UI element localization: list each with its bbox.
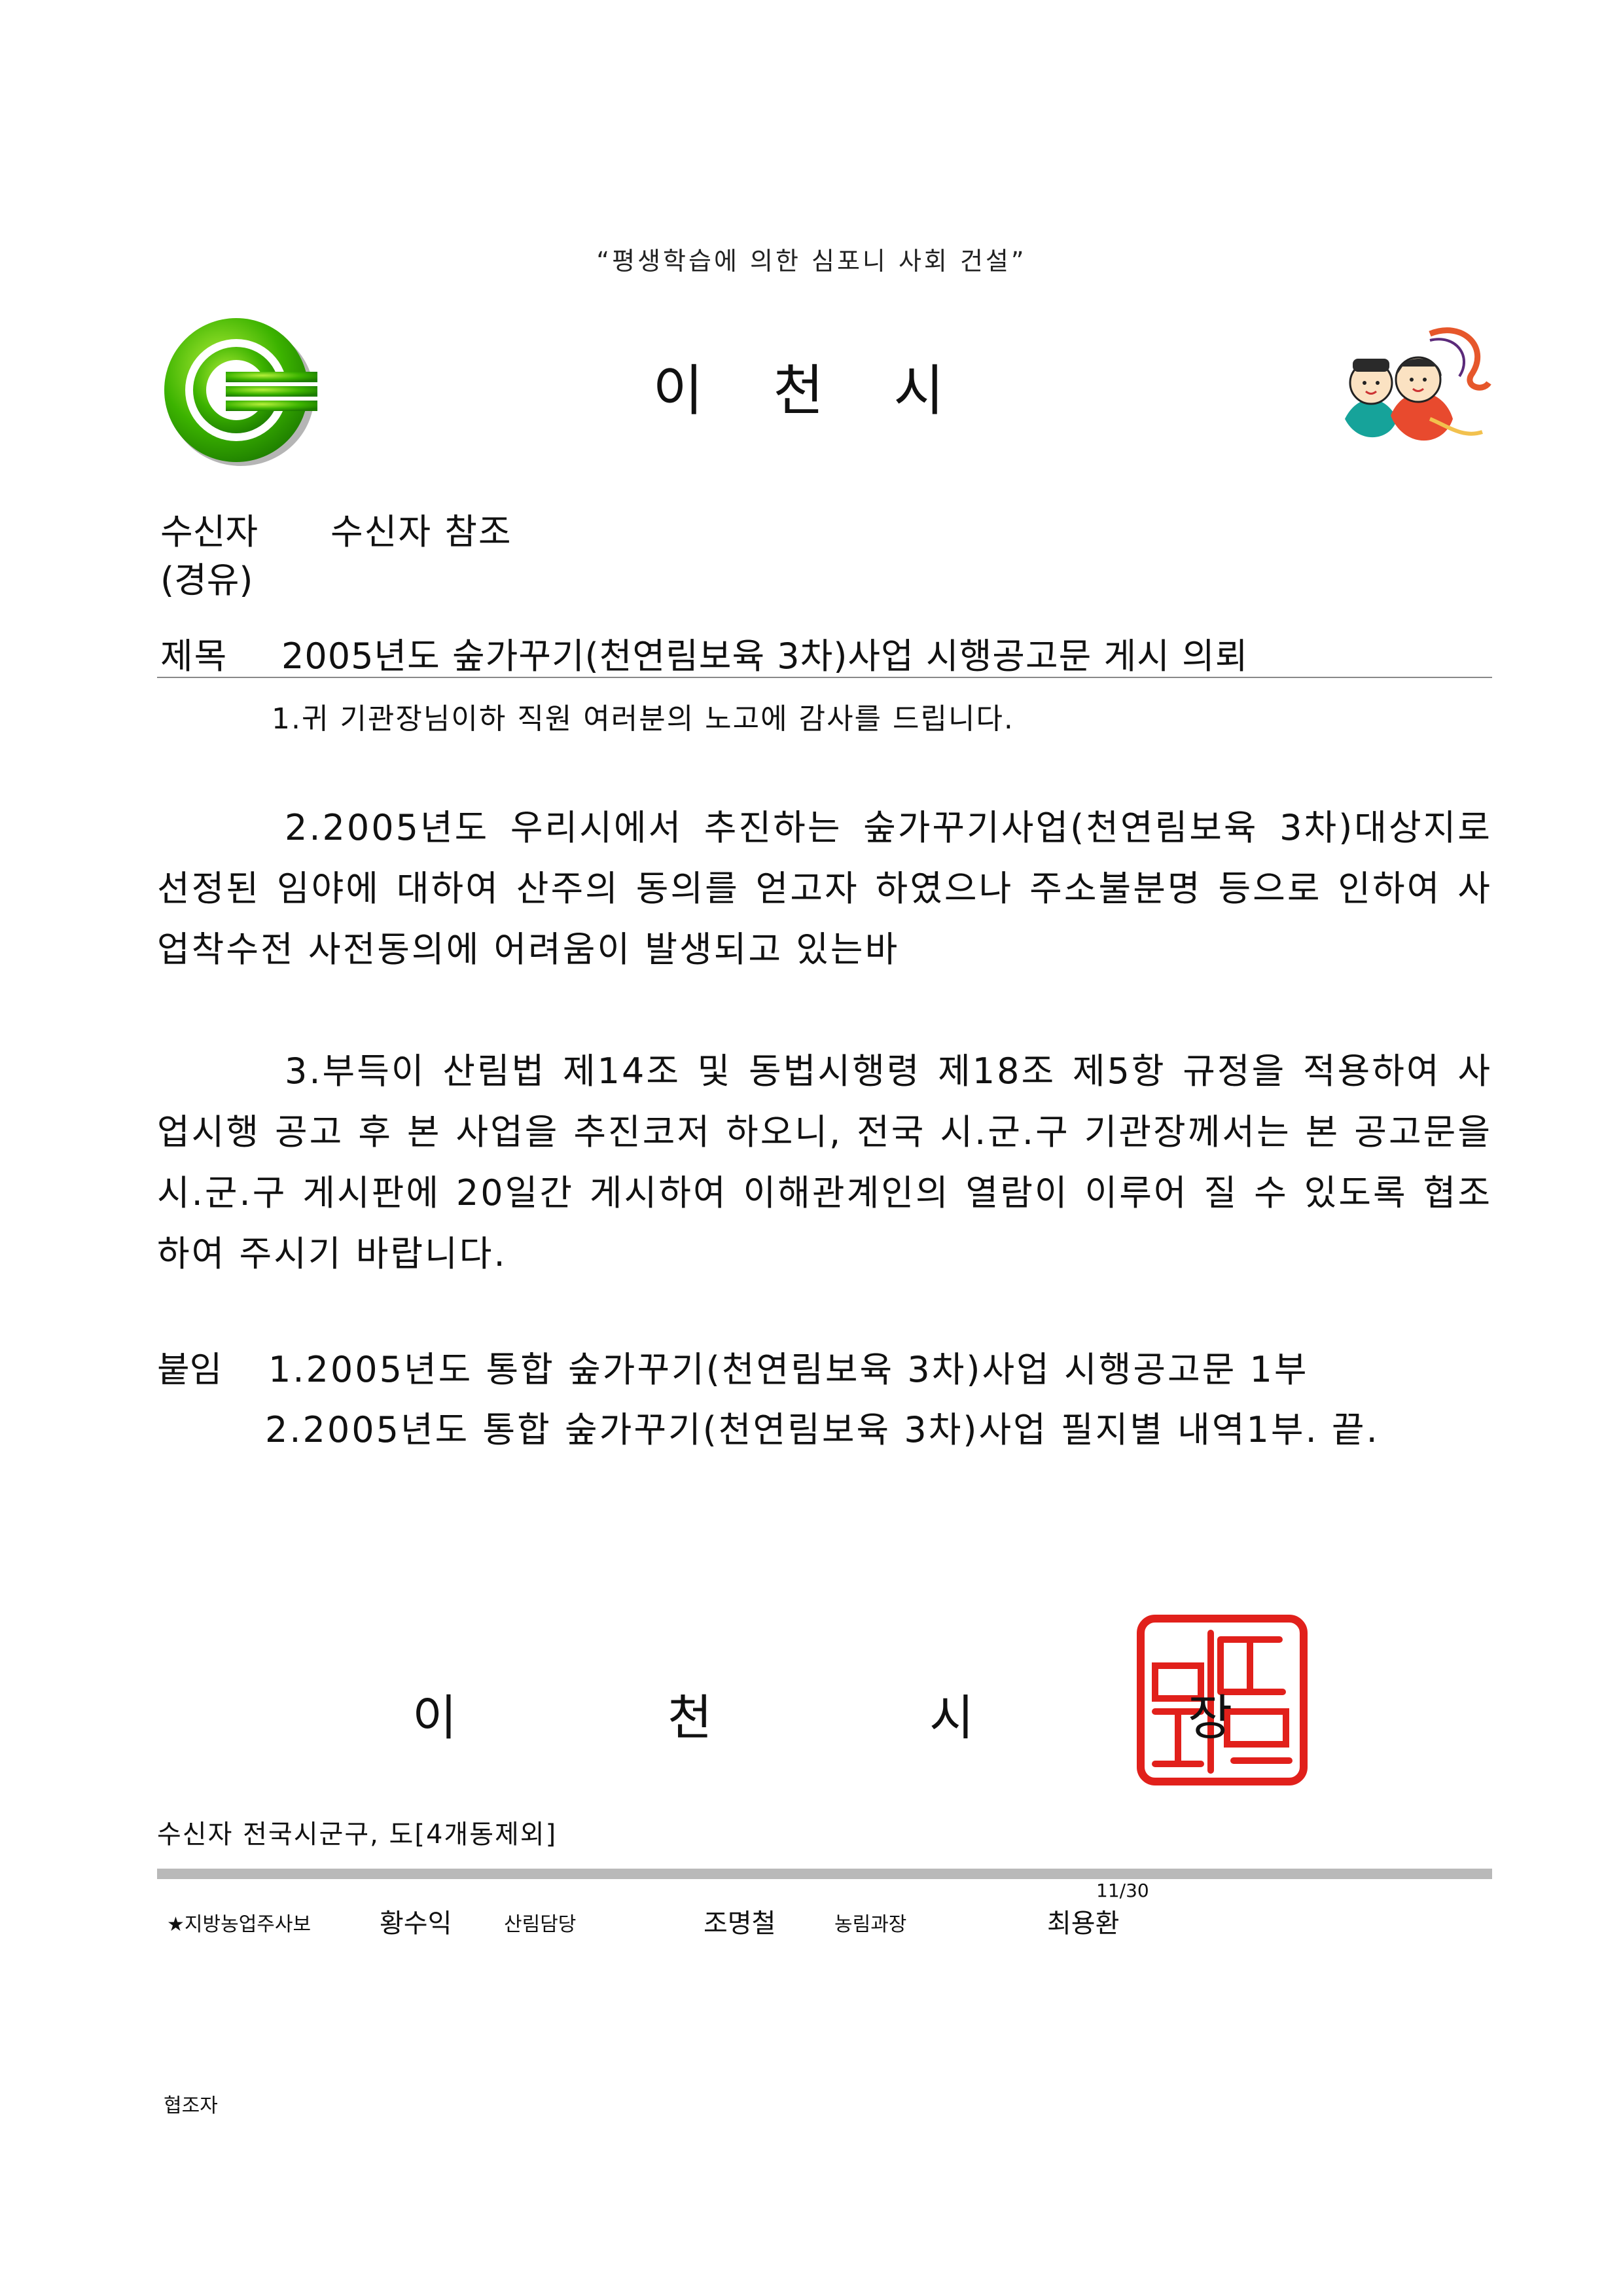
motto-slogan: “평생학습에 의한 심포니 사회 건설” <box>596 247 1027 276</box>
attachment-label: 붙임 <box>157 1349 223 1390</box>
attachment-item-1: 1.2005년도 통합 숲가꾸기(천연림보육 3차)사업 시행공고문 1부 <box>268 1349 1309 1390</box>
issuer-char-3: 시 <box>929 1690 974 1746</box>
staff-role-2: 산림담당 <box>504 1913 577 1936</box>
cooperator-label: 협조자 <box>164 2094 218 2117</box>
recipients-list: 수신자 전국시군구, 도[4개동제외] <box>157 1820 558 1850</box>
staff-role-1: ★지방농업주사보 <box>167 1913 312 1936</box>
body-paragraph-2: 2.2005년도 우리시에서 추진하는 숲가꾸기사업(천연림보육 3차)대상지로… <box>157 807 1492 970</box>
issuer-char-1: 이 <box>412 1690 457 1746</box>
page-number: 11/30 <box>1096 1880 1149 1901</box>
footer-divider-bar <box>157 1869 1492 1879</box>
attachment-item-2: 2.2005년도 통합 숲가꾸기(천연림보육 3차)사업 필지별 내역1부. 끝… <box>265 1409 1380 1450</box>
staff-name-2: 조명철 <box>704 1909 776 1939</box>
staff-name-1: 황수익 <box>380 1909 452 1939</box>
body-paragraph-3: 3.부득이 산림법 제14조 및 동법시행령 제18조 제5항 규정을 적용하여… <box>157 1050 1492 1274</box>
mascot-characters-icon <box>1345 327 1491 441</box>
issuer-char-4: 장 <box>1188 1690 1233 1746</box>
subject-divider <box>157 677 1492 678</box>
subject-value: 2005년도 숲가꾸기(천연림보육 3차)사업 시행공고문 게시 의뢰 <box>281 636 1249 677</box>
issuer-char-2: 천 <box>668 1690 713 1746</box>
staff-role-3: 농림과장 <box>834 1913 907 1936</box>
recipient-value: 수신자 참조 <box>330 511 512 552</box>
recipient-label: 수신자 <box>160 511 259 552</box>
body-paragraph-1: 1.귀 기관장님이하 직원 여러분의 노고에 감사를 드립니다. <box>272 702 1014 736</box>
staff-name-3: 최용환 <box>1047 1909 1120 1939</box>
subject-label: 제목 <box>160 636 228 677</box>
via-label: (경유) <box>160 560 253 601</box>
